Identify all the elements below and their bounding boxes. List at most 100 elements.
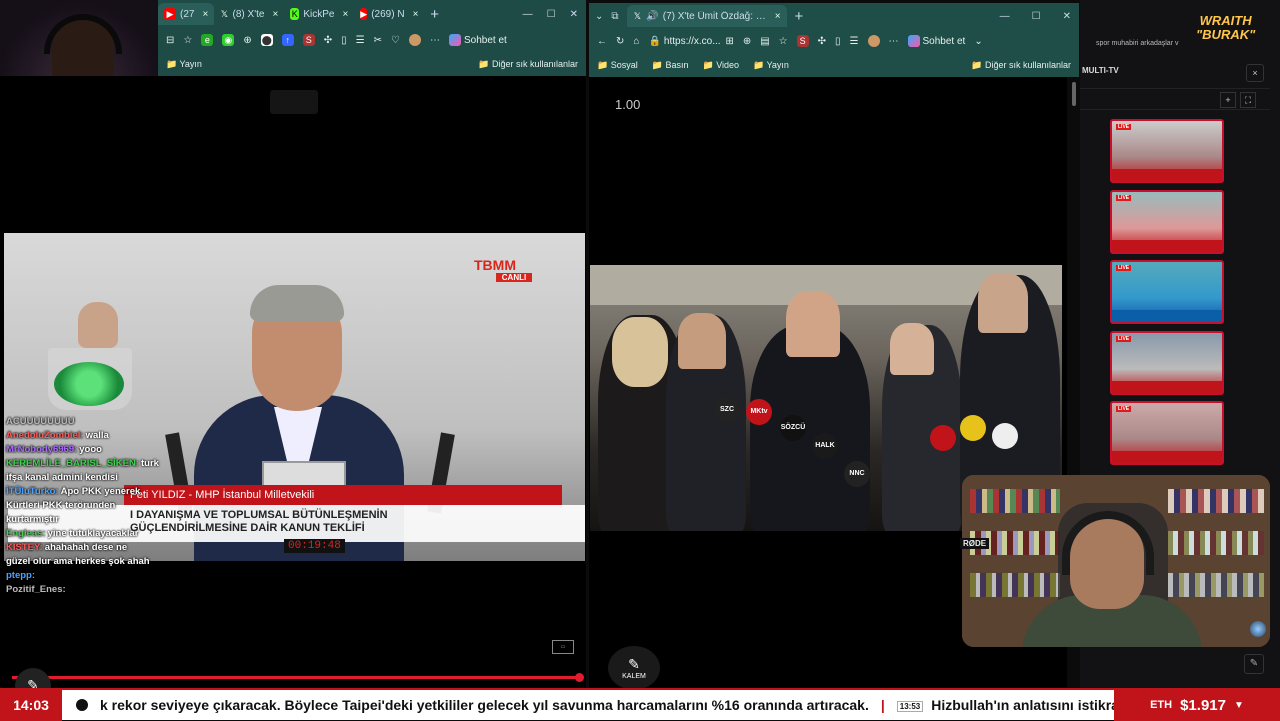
tab-actions-icon[interactable]: ⌄ [595, 11, 603, 22]
chat-message: MrNobody6969: yooo [6, 443, 196, 457]
chat-text: turk [141, 458, 159, 469]
favorites-folder[interactable]: 📁 Yayın [753, 60, 789, 71]
avatar[interactable] [867, 35, 880, 47]
read-icon[interactable]: ▤ [760, 36, 769, 47]
puzzle-icon[interactable]: ✣ [324, 35, 332, 46]
split-icon[interactable]: ⊟ [166, 35, 174, 46]
playback-speed[interactable]: 1.00 [615, 97, 640, 112]
zoom-icon[interactable]: ⊕ [743, 36, 751, 47]
extension-icon[interactable]: e [201, 34, 214, 46]
chat-username[interactable]: ptepp: [6, 570, 35, 581]
chat-message: ifşa kanal admini kendisi [6, 471, 196, 485]
youtube-icon: ▶ [164, 8, 176, 20]
add-button[interactable]: + [1220, 92, 1236, 108]
multi-tv-title: MULTI-TV [1082, 66, 1119, 75]
extension-icon[interactable]: ◉ [222, 34, 235, 46]
chat-text: kurtarmıştır [6, 514, 59, 525]
close-button[interactable]: × [1246, 64, 1264, 82]
pen-icon: ✎ [628, 656, 640, 672]
pen-tool-button[interactable]: ✎ KALEM [608, 646, 660, 690]
chat-text: walla [85, 430, 109, 441]
close-icon[interactable]: × [342, 9, 348, 20]
back-icon[interactable]: ← [597, 36, 607, 47]
favorite-star-icon[interactable]: ☆ [779, 36, 788, 47]
more-icon[interactable]: ⋯ [889, 36, 899, 47]
chat-message: İTÜluTurko: Apo PKK yenerek [6, 485, 196, 499]
tv-thumbnail[interactable]: LIVE [1110, 331, 1224, 395]
tv-thumbnail[interactable]: LIVE [1110, 119, 1224, 183]
close-icon[interactable]: × [272, 9, 278, 20]
close-icon[interactable]: × [202, 9, 208, 20]
extension-icon[interactable]: ⊕ [243, 35, 251, 46]
favorites-folder[interactable]: 📁 Video [702, 60, 739, 71]
news-ticker: 14:03 k rekor seviyeye çıkaracak. Böylec… [0, 688, 1280, 721]
minimize-button[interactable]: — [1000, 11, 1010, 22]
chat-username[interactable]: ACUUUUUUUU [6, 416, 75, 427]
address-bar[interactable]: 🔒 https://x.co... [648, 35, 720, 47]
new-tab-button[interactable]: + [430, 6, 439, 23]
chat-username[interactable]: İTÜluTurko: [6, 486, 59, 497]
favorites-folder[interactable]: 📁 Sosyal [597, 60, 638, 71]
copilot-button[interactable]: Sohbet et [448, 34, 507, 46]
favorites-icon[interactable]: ☰ [850, 36, 859, 47]
more-icon[interactable]: ⋯ [430, 35, 440, 46]
app-icon[interactable]: ⊞ [725, 36, 733, 47]
close-icon[interactable]: × [775, 11, 781, 22]
maximize-button[interactable]: ☐ [547, 9, 556, 20]
workspaces-icon[interactable]: ⧉ [611, 11, 618, 22]
tab-youtube-2[interactable]: ▶ (269) N × [354, 3, 424, 25]
puzzle-icon[interactable]: ✣ [818, 36, 826, 47]
chat-message: Kürtleri PKK terörunden [6, 499, 196, 513]
chat-message: güzel olur ama herkes şok ahah [6, 555, 196, 569]
home-icon[interactable]: ⌂ [633, 36, 639, 47]
tv-thumbnail[interactable]: LIVE [1110, 260, 1224, 324]
progress-handle[interactable] [575, 673, 584, 682]
favorites-folder-yayin[interactable]: 📁 Yayın [166, 59, 202, 70]
tab-youtube-1[interactable]: ▶ (27 × [158, 3, 215, 25]
minimize-button[interactable]: — [523, 9, 533, 20]
tv-thumbnail[interactable]: LIVE [1110, 190, 1224, 254]
close-icon[interactable]: × [413, 9, 419, 20]
screenshot-icon[interactable]: ✂ [374, 35, 382, 46]
chat-message: KEREMLİLE_BARISL_SİKEN: turk [6, 457, 196, 471]
extension-icon[interactable]: S [796, 35, 809, 47]
extension-icon[interactable]: ↑ [281, 34, 294, 46]
ticker-clock: 14:03 [0, 689, 62, 721]
sidebar-icon[interactable]: ▯ [835, 36, 841, 47]
chat-username[interactable]: KEREMLİLE_BARISL_SİKEN: [6, 458, 139, 469]
chat-username[interactable]: Pozitif_Enes: [6, 584, 66, 595]
tab-x-umit-ozdag[interactable]: 𝕏 🔊 (7) X'te Ümit Özdağ: "Kuvay- × [626, 5, 787, 27]
chevron-down-icon[interactable]: ⌄ [974, 36, 982, 47]
lock-icon: 🔒 [648, 35, 661, 47]
favorites-icon[interactable]: ☰ [356, 35, 365, 46]
chat-username[interactable]: KISTEY: [6, 542, 43, 553]
favorites-folder[interactable]: 📁 Basın [652, 60, 689, 71]
avatar[interactable] [408, 34, 421, 46]
chat-username[interactable]: MrNobody6969: [6, 444, 77, 455]
other-favorites[interactable]: 📁 Diğer sık kullanılanlar [478, 59, 578, 70]
sidebar-icon[interactable]: ▯ [341, 35, 347, 46]
extension-icon[interactable]: S [302, 34, 315, 46]
window-close-button[interactable]: ✕ [1063, 11, 1071, 22]
tv-thumbnail[interactable]: LIVE [1110, 401, 1224, 465]
tab-kick[interactable]: K KickPe × [284, 3, 354, 25]
scrollbar[interactable] [1072, 82, 1076, 106]
player-controls-overlay[interactable] [270, 90, 318, 114]
chat-username[interactable]: Engleas: [6, 528, 46, 539]
channel-watermark: ▭ [552, 640, 574, 654]
extension-icon[interactable]: ⬤ [260, 34, 273, 46]
chat-username[interactable]: AnedoluZombiel: [6, 430, 84, 441]
video-progress-bar[interactable] [12, 673, 584, 682]
copilot-button[interactable]: Sohbet et [907, 35, 965, 47]
maximize-button[interactable]: ☐ [1032, 11, 1041, 22]
brand-logo: WRAITH "BURAK" [1196, 13, 1256, 42]
fullscreen-button[interactable]: ⛶ [1240, 92, 1256, 108]
window-close-button[interactable]: ✕ [570, 9, 578, 20]
tab-x[interactable]: 𝕏 (8) X'te × [214, 3, 284, 25]
favorite-star-icon[interactable]: ☆ [183, 35, 192, 46]
new-tab-button[interactable]: + [795, 8, 804, 25]
performance-icon[interactable]: ♡ [391, 35, 400, 46]
other-favorites[interactable]: 📁 Diğer sık kullanılanlar [971, 60, 1071, 71]
refresh-icon[interactable]: ↻ [616, 36, 624, 47]
edit-icon[interactable]: ✎ [1244, 654, 1264, 674]
